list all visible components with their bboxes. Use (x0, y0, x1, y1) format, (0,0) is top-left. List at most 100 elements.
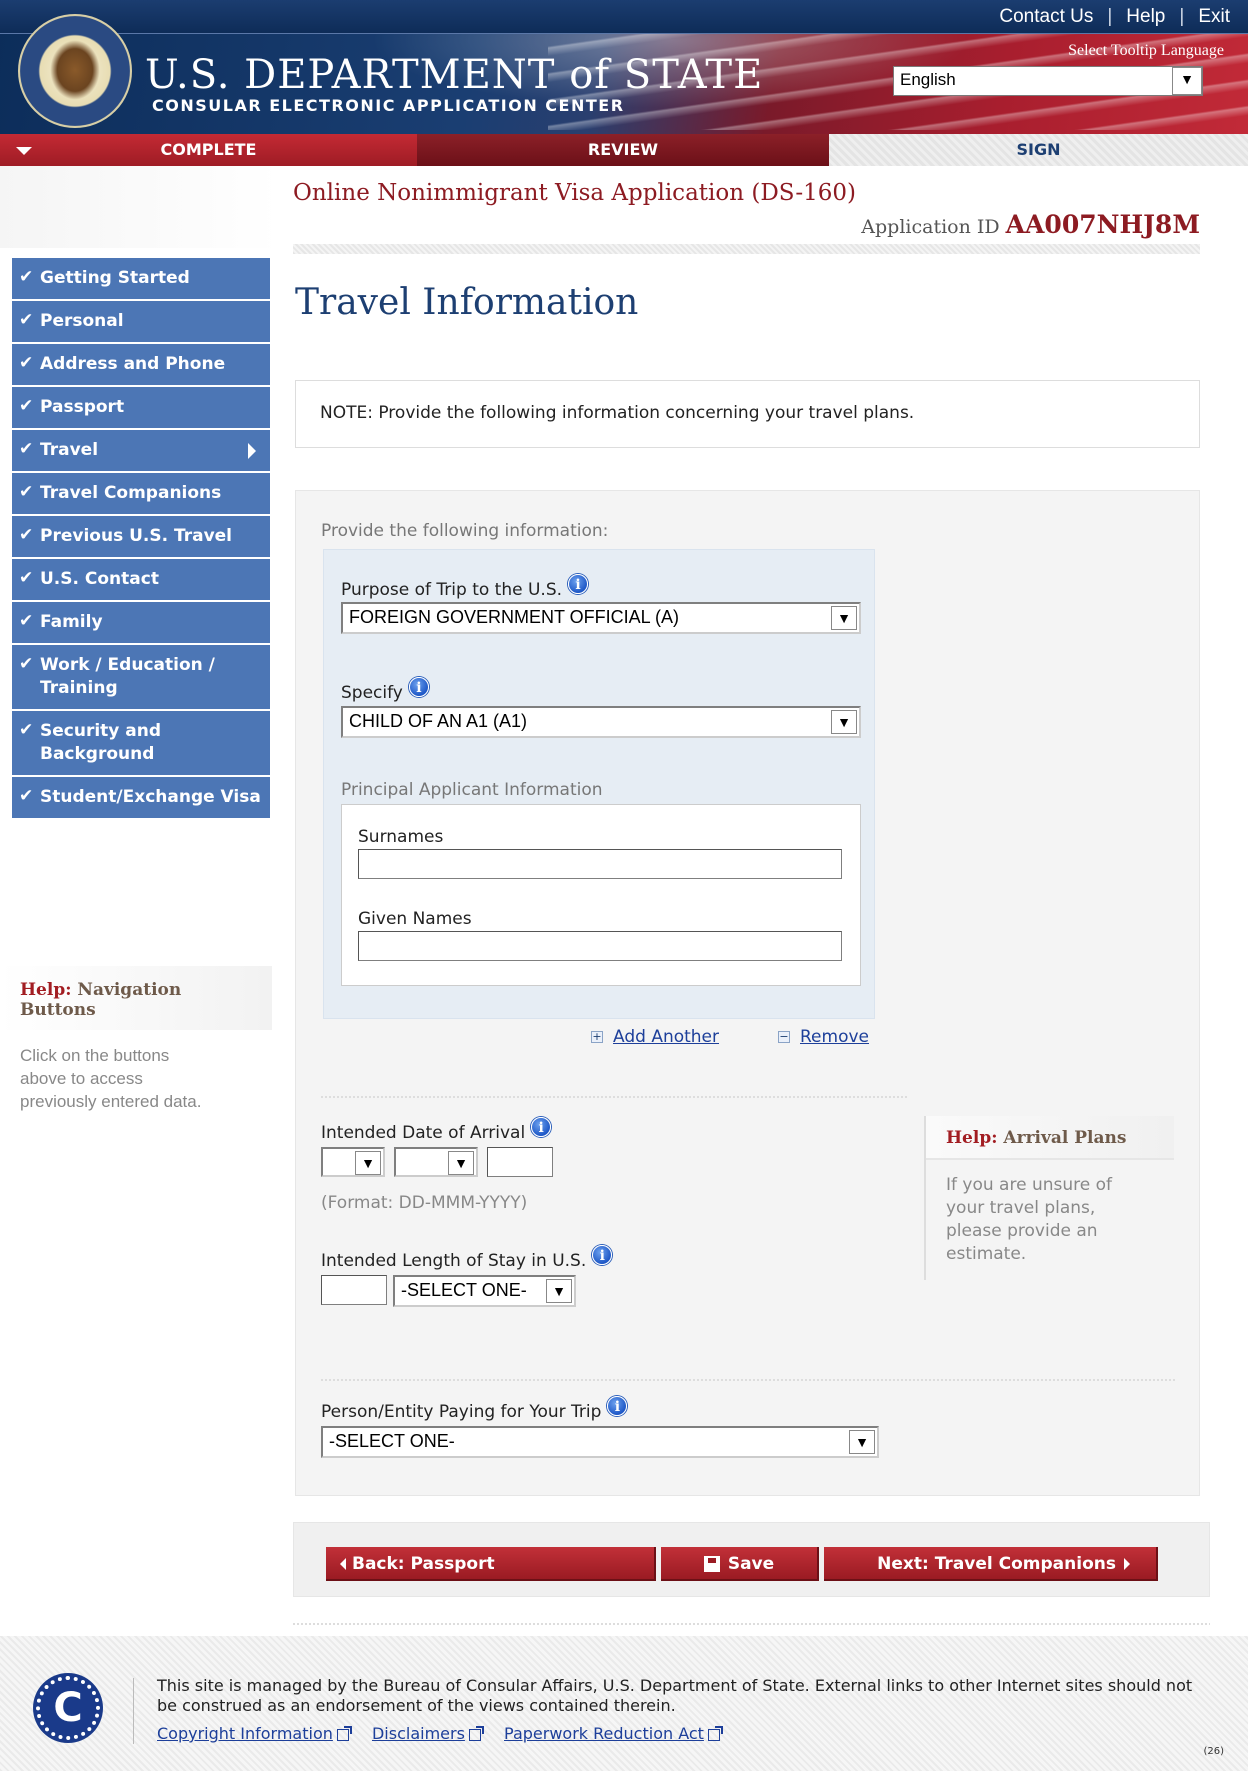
back-button[interactable]: Back: Passport (326, 1547, 656, 1581)
top-links: Contact Us | Help | Exit (999, 6, 1230, 27)
arrival-year-input[interactable] (487, 1147, 553, 1177)
chevron-down-icon: ▼ (1172, 67, 1202, 95)
date-format-hint: (Format: DD-MMM-YYYY) (321, 1193, 528, 1213)
specify-select[interactable]: CHILD OF AN A1 (A1) ▼ (341, 706, 861, 738)
help-link[interactable]: Help (1126, 6, 1165, 27)
sidebar-item-travel-companions[interactable]: ✔ Travel Companions (12, 473, 270, 516)
check-icon: ✔ (19, 310, 34, 330)
external-link-icon (707, 1725, 723, 1741)
save-button[interactable]: Save (661, 1547, 819, 1581)
sidebar-item-work-education[interactable]: ✔ Work / Education / Training (12, 645, 270, 711)
disclaimers-link[interactable]: Disclaimers (372, 1724, 484, 1743)
plus-icon: + (591, 1030, 603, 1043)
brand-title: U.S. DEPARTMENT of STATE (145, 52, 764, 98)
chevron-down-icon: ▼ (831, 606, 857, 630)
check-icon: ✔ (19, 654, 34, 674)
footer-links: Copyright Information Disclaimers Paperw… (157, 1724, 738, 1743)
purpose-panel: Purpose of Trip to the U.S. i FOREIGN GOV… (323, 549, 875, 1019)
sidebar-nav: ✔ Getting Started ✔ Personal ✔ Address and … (12, 258, 270, 820)
sidebar-item-personal[interactable]: ✔ Personal (12, 301, 270, 344)
copyright-link[interactable]: Copyright Information (157, 1724, 352, 1743)
check-icon: ✔ (19, 525, 34, 545)
provide-label: Provide the following information: (321, 521, 609, 541)
brand-subtitle: CONSULAR ELECTRONIC APPLICATION CENTER (152, 96, 625, 115)
sidebar-item-family[interactable]: ✔ Family (12, 602, 270, 645)
check-icon: ✔ (19, 267, 34, 287)
sidebar-item-student-exchange[interactable]: ✔ Student/Exchange Visa (12, 777, 270, 820)
length-of-stay-input[interactable] (321, 1275, 387, 1305)
chevron-down-icon: ▼ (355, 1151, 381, 1175)
check-icon: ✔ (19, 568, 34, 588)
chevron-down-icon: ▼ (546, 1279, 572, 1303)
arrival-day-select[interactable]: ▼ (321, 1147, 385, 1177)
check-icon: ✔ (19, 396, 34, 416)
arrow-right-icon (1124, 1558, 1130, 1570)
specify-label: Specify i (341, 677, 429, 703)
info-icon[interactable]: i (568, 574, 589, 594)
check-icon: ✔ (19, 482, 34, 502)
check-icon: ✔ (19, 720, 34, 740)
department-seal-icon (18, 14, 132, 128)
principal-applicant-box: Surnames Given Names (341, 804, 861, 986)
surnames-label: Surnames (358, 827, 444, 847)
sidebar-item-passport[interactable]: ✔ Passport (12, 387, 270, 430)
info-icon[interactable]: i (531, 1117, 552, 1137)
given-names-input[interactable] (358, 931, 842, 961)
travel-form: Provide the following information: Purpo… (295, 490, 1200, 1496)
progress-steps: COMPLETE REVIEW SIGN (0, 134, 1248, 166)
given-names-label: Given Names (358, 909, 472, 929)
site-footer: C This site is managed by the Bureau of … (0, 1636, 1248, 1771)
footer-text: This site is managed by the Bureau of Co… (157, 1676, 1193, 1715)
help-navigation-title: Help: Navigation Buttons (0, 966, 272, 1030)
tooltip-language-select[interactable]: English ▼ (893, 66, 1203, 96)
length-of-stay-unit-select[interactable]: -SELECT ONE- ▼ (393, 1275, 576, 1307)
sidebar-item-security[interactable]: ✔ Security and Background (12, 711, 270, 777)
next-button[interactable]: Next: Travel Companions (824, 1547, 1158, 1581)
top-bar: Contact Us | Help | Exit (0, 0, 1248, 34)
info-icon[interactable]: i (592, 1245, 613, 1265)
paperwork-reduction-link[interactable]: Paperwork Reduction Act (504, 1724, 723, 1743)
caret-down-icon (16, 147, 32, 155)
button-bar: Back: Passport Save Next: Travel Compani… (293, 1522, 1210, 1597)
external-link-icon (468, 1725, 484, 1741)
consular-affairs-logo-icon: C (36, 1676, 100, 1740)
surnames-input[interactable] (358, 849, 842, 879)
principal-applicant-label: Principal Applicant Information (341, 780, 603, 800)
check-icon: ✔ (19, 611, 34, 631)
exit-link[interactable]: Exit (1198, 6, 1230, 27)
add-another-link[interactable]: + Add Another (591, 1027, 719, 1047)
application-id: Application ID AA007NHJ8M (861, 210, 1200, 239)
build-number: (26) (1203, 1746, 1224, 1757)
step-complete[interactable]: COMPLETE (0, 134, 417, 166)
check-icon: ✔ (19, 353, 34, 373)
purpose-label: Purpose of Trip to the U.S. i (341, 574, 589, 600)
arrow-left-icon (340, 1558, 346, 1570)
sidebar-item-address-phone[interactable]: ✔ Address and Phone (12, 344, 270, 387)
contact-us-link[interactable]: Contact Us (999, 6, 1093, 27)
sidebar-item-travel[interactable]: ✔ Travel (12, 430, 270, 473)
tooltip-language-label: Select Tooltip Language (1068, 42, 1224, 59)
note-box: NOTE: Provide the following information … (295, 380, 1200, 448)
payer-select[interactable]: -SELECT ONE- ▼ (321, 1426, 879, 1458)
length-of-stay-label: Intended Length of Stay in U.S. i (321, 1245, 613, 1271)
remove-link[interactable]: − Remove (778, 1027, 869, 1047)
sidebar-item-getting-started[interactable]: ✔ Getting Started (12, 258, 270, 301)
purpose-select[interactable]: FOREIGN GOVERNMENT OFFICIAL (A) ▼ (341, 602, 861, 634)
check-icon: ✔ (19, 439, 34, 459)
help-arrival-panel: Help: Arrival Plans If you are unsure of… (924, 1116, 1174, 1280)
chevron-down-icon: ▼ (849, 1430, 875, 1454)
payer-label: Person/Entity Paying for Your Trip i (321, 1396, 628, 1422)
step-review[interactable]: REVIEW (417, 134, 829, 166)
step-sign[interactable]: SIGN (829, 134, 1248, 166)
info-icon[interactable]: i (408, 677, 429, 697)
chevron-down-icon: ▼ (448, 1151, 474, 1175)
page-title: Travel Information (295, 282, 639, 323)
info-icon[interactable]: i (607, 1396, 628, 1416)
sidebar-item-us-contact[interactable]: ✔ U.S. Contact (12, 559, 270, 602)
arrival-month-select[interactable]: ▼ (394, 1147, 478, 1177)
chevron-down-icon: ▼ (831, 710, 857, 734)
ds160-page: Contact Us | Help | Exit U.S. DEPARTMENT of … (0, 0, 1248, 1771)
external-link-icon (336, 1725, 352, 1741)
help-arrival-title: Help: Arrival Plans (926, 1116, 1174, 1160)
sidebar-item-previous-travel[interactable]: ✔ Previous U.S. Travel (12, 516, 270, 559)
